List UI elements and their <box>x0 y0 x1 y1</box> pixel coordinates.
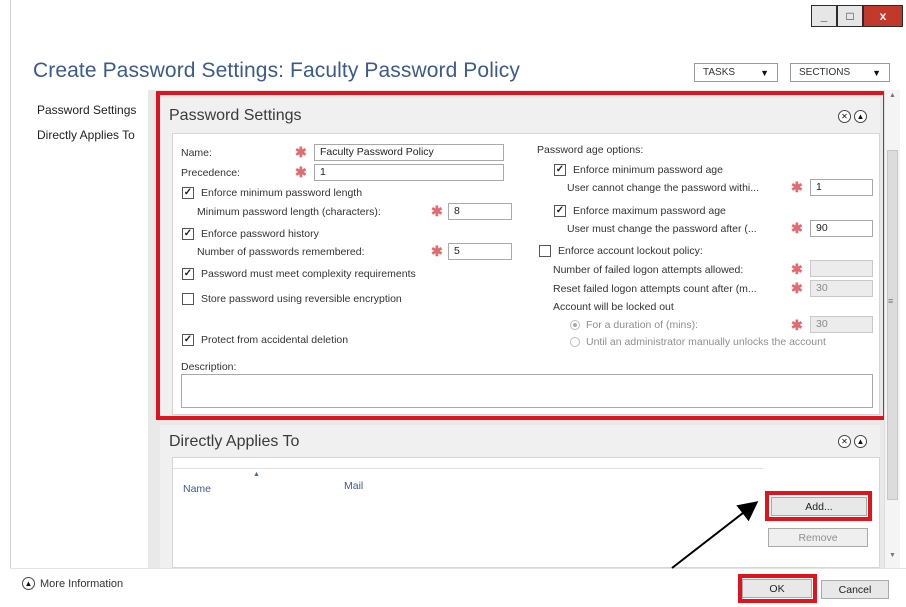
title-bar: _ □ x <box>11 0 906 38</box>
page-title: Create Password Settings: Faculty Passwo… <box>33 59 520 82</box>
scrollbar[interactable]: ▲ ≡ ▼ <box>884 90 900 568</box>
close-section-icon[interactable]: ✕ <box>838 435 851 448</box>
tasks-label: TASKS <box>703 67 736 78</box>
chevron-down-icon: ▼ <box>760 67 769 78</box>
more-information-toggle[interactable]: ▲ More Information <box>22 577 123 590</box>
remove-button[interactable]: Remove <box>768 528 868 547</box>
left-nav: Password Settings Directly Applies To <box>37 103 136 153</box>
close-button[interactable]: x <box>863 5 903 27</box>
column-header-mail[interactable]: Mail <box>344 480 363 492</box>
grid-header-line <box>173 468 763 469</box>
minimize-button[interactable]: _ <box>811 5 837 27</box>
nav-item-password-settings[interactable]: Password Settings <box>37 103 136 117</box>
maximize-button[interactable]: □ <box>837 5 863 27</box>
nav-item-directly-applies-to[interactable]: Directly Applies To <box>37 128 136 142</box>
section-title: Directly Applies To <box>169 433 300 450</box>
tasks-dropdown[interactable]: TASKS ▼ <box>694 63 778 82</box>
section-controls: ✕ ▲ <box>838 435 867 448</box>
highlight-add-button <box>765 491 872 521</box>
more-information-label: More Information <box>40 577 124 590</box>
chevron-up-icon: ▲ <box>22 577 35 590</box>
scrollbar-thumb[interactable] <box>887 150 898 500</box>
highlight-password-settings <box>156 91 887 420</box>
column-header-name[interactable]: Name <box>183 483 211 495</box>
grip-icon: ≡ <box>888 296 894 306</box>
sort-arrow-icon: ▲ <box>253 471 260 478</box>
scroll-up-icon[interactable]: ▲ <box>889 92 896 99</box>
chevron-down-icon: ▼ <box>872 67 881 78</box>
sections-dropdown[interactable]: SECTIONS ▼ <box>790 63 890 82</box>
sections-label: SECTIONS <box>799 67 851 78</box>
cancel-button[interactable]: Cancel <box>821 580 889 599</box>
collapse-icon[interactable]: ▲ <box>854 435 867 448</box>
highlight-ok-button <box>738 574 817 603</box>
scroll-down-icon[interactable]: ▼ <box>889 552 896 559</box>
